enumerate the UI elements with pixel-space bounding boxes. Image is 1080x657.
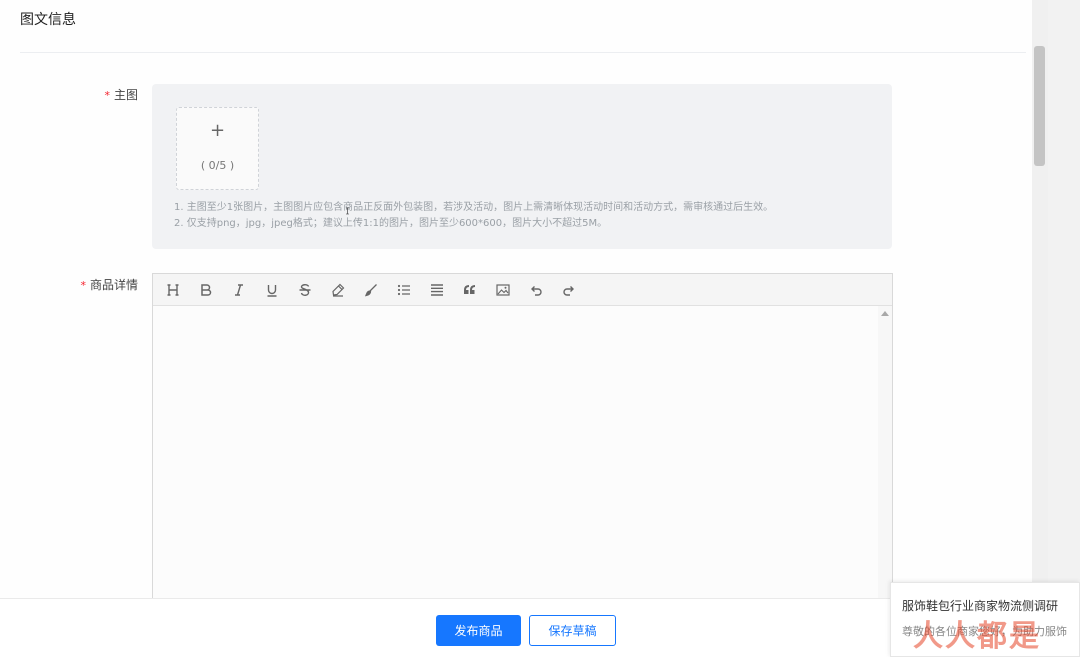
scroll-up-arrow-icon[interactable]: [881, 311, 889, 316]
footer-bar: 发布商品 保存草稿: [0, 598, 1032, 657]
text-cursor-icon: [346, 207, 349, 215]
required-mark: *: [80, 279, 86, 292]
detail-label: * 商品详情: [68, 276, 138, 293]
save-draft-button[interactable]: 保存草稿: [529, 615, 616, 646]
rich-text-editor: [152, 273, 893, 613]
main-image-label-text: 主图: [113, 88, 138, 102]
survey-popup[interactable]: 服饰鞋包行业商家物流侧调研 尊敬的各位商家您好，为助力服饰 人人都是: [890, 582, 1080, 657]
redo-icon[interactable]: [559, 280, 579, 300]
hint-line-1: 1. 主图至少1张图片，主图图片应包含商品正反面外包装图，若涉及活动，图片上需清…: [174, 202, 774, 213]
image-upload-button[interactable]: + ( 0/5 ): [176, 107, 259, 190]
detail-label-text: 商品详情: [89, 278, 138, 292]
italic-icon[interactable]: [229, 280, 249, 300]
editor-scrollbar[interactable]: [878, 306, 892, 612]
heading-icon[interactable]: [163, 280, 183, 300]
highlight-icon[interactable]: [328, 280, 348, 300]
bullet-list-icon[interactable]: [394, 280, 414, 300]
section-divider: [20, 52, 1026, 53]
hint-line-2: 2. 仅支持png，jpg，jpeg格式；建议上传1:1的图片，图片至少600*…: [174, 218, 608, 229]
quote-icon[interactable]: [460, 280, 480, 300]
image-icon[interactable]: [493, 280, 513, 300]
page-scrollbar-thumb[interactable]: [1034, 46, 1045, 166]
strikethrough-icon[interactable]: [295, 280, 315, 300]
brush-icon[interactable]: [361, 280, 381, 300]
align-icon[interactable]: [427, 280, 447, 300]
watermark-logo: 人人都是: [913, 619, 1041, 654]
form-page: 图文信息 * 主图 + ( 0/5 ) 1. 主图至少1张图片，主图图片应包含商品…: [0, 0, 1032, 657]
plus-icon: +: [209, 120, 226, 141]
undo-icon[interactable]: [526, 280, 546, 300]
editor-toolbar: [153, 274, 892, 306]
main-image-label: * 主图: [96, 86, 138, 103]
section-title: 图文信息: [20, 12, 76, 28]
required-mark: *: [104, 89, 110, 102]
publish-button[interactable]: 发布商品: [436, 615, 521, 646]
upload-count: ( 0/5 ): [200, 159, 235, 172]
main-image-panel: + ( 0/5 ) 1. 主图至少1张图片，主图图片应包含商品正反面外包装图，若…: [152, 84, 892, 249]
bold-icon[interactable]: [196, 280, 216, 300]
underline-icon[interactable]: [262, 280, 282, 300]
